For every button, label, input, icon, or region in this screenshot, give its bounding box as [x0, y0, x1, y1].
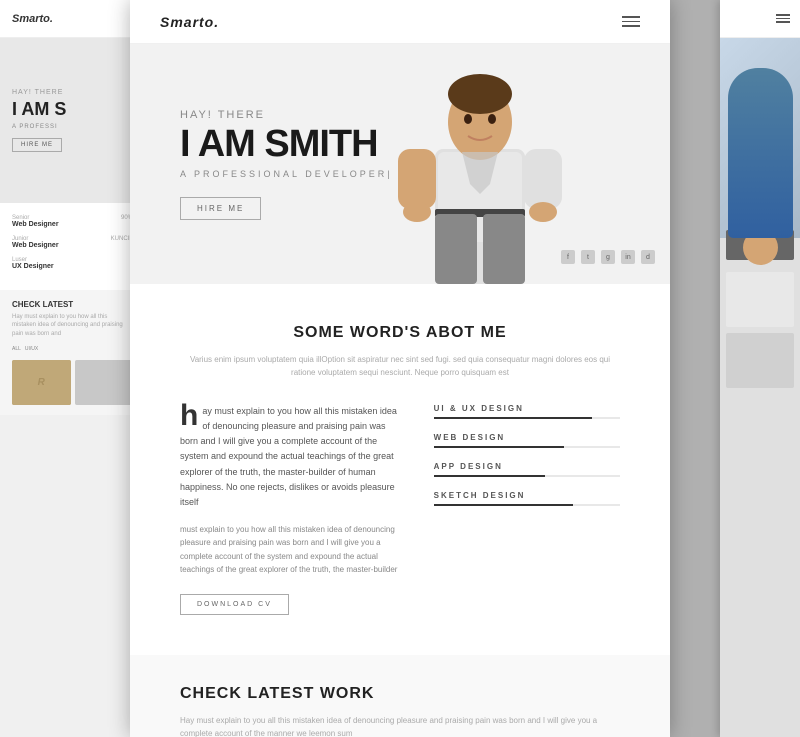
left-work-desc: Hay must explain to you how all this mis… [12, 313, 133, 338]
skill-bar-bg [434, 475, 620, 477]
hire-me-button[interactable]: HIRE ME [180, 197, 261, 220]
left-resume-section: Senior 90% Web Designer Junior KUNCIF We… [0, 203, 145, 290]
main-navigation: Smarto. [130, 0, 670, 44]
left-name: I AM S [12, 100, 66, 120]
about-right-col: UI & UX DESIGN WEB DESIGN APP DESIGN [434, 404, 620, 615]
right-nav [720, 0, 800, 38]
hamburger-line-3 [622, 25, 640, 27]
left-nav: Smarto. [0, 0, 145, 38]
list-item: Luser UX Designer [12, 257, 133, 270]
list-item: Senior 90% Web Designer [12, 215, 133, 228]
skill-app: APP DESIGN [434, 462, 620, 477]
hero-hay-text: HAY! THERE [180, 109, 620, 121]
about-section: SOME WORD'S ABOT ME Varius enim ipsum vo… [130, 284, 670, 655]
about-content-area: hay must explain to you how all this mis… [180, 404, 620, 615]
left-hay: HAY! THERE [12, 89, 63, 96]
left-work-filters: ALL UI/UX [12, 346, 133, 352]
skill-ui-ux: UI & UX DESIGN [434, 404, 620, 419]
right-content [720, 266, 800, 394]
about-left-col: hay must explain to you how all this mis… [180, 404, 404, 615]
list-item: Junior KUNCIF Web Designer [12, 236, 133, 249]
about-section-subtitle: Varius enim ipsum voluptatem quia illOpt… [180, 354, 620, 380]
linkedin-icon[interactable]: in [621, 250, 635, 264]
left-partial-page: Smarto. HAY! THERE I AM S A PROFESSI HIR… [0, 0, 145, 737]
skill-label: APP DESIGN [434, 462, 620, 471]
left-work-title: CHECK LATEST [12, 300, 133, 309]
right-person-figure [728, 68, 793, 238]
right-partial-page [720, 0, 800, 737]
skill-bar-bg [434, 504, 620, 506]
bag-thumb: R [12, 360, 71, 405]
right-hero-image [720, 38, 800, 238]
portfolio-section: CHECK LATEST WORK Hay must explain to yo… [130, 655, 670, 737]
left-hire-btn[interactable]: HIRE ME [12, 138, 62, 152]
left-brand: Smarto. [12, 13, 53, 25]
dribbble-icon[interactable]: d [641, 250, 655, 264]
right-hamburger-icon[interactable] [776, 14, 790, 23]
left-work-section: CHECK LATEST Hay must explain to you how… [0, 290, 145, 415]
portfolio-section-desc: Hay must explain to you all this mistake… [180, 715, 620, 737]
facebook-icon[interactable]: f [561, 250, 575, 264]
skill-bar-fill [434, 417, 592, 419]
hero-section: HAY! THERE I AM SMITH A PROFESSIONAL DEV… [130, 44, 670, 284]
filter-ui[interactable]: UI/UX [25, 346, 38, 352]
hamburger-line-2 [622, 21, 640, 23]
nav-hamburger-icon[interactable] [622, 16, 640, 27]
left-work-grid: R [12, 360, 133, 405]
skill-label: UI & UX DESIGN [434, 404, 620, 413]
skill-bar-bg [434, 446, 620, 448]
hero-name-prefix: I AM [180, 123, 264, 165]
skill-sketch: SKETCH DESIGN [434, 491, 620, 506]
resume-title: Web Designer [12, 221, 133, 228]
right-thumb-1 [726, 272, 794, 327]
left-thumb-1: R [12, 360, 71, 405]
right-thumb-2 [726, 333, 794, 388]
hamburger-line-1 [622, 16, 640, 18]
portfolio-section-title: CHECK LATEST WORK [180, 685, 620, 703]
hero-content: HAY! THERE I AM SMITH A PROFESSIONAL DEV… [130, 109, 670, 220]
hamburger-line [776, 18, 790, 20]
skill-label: WEB DESIGN [434, 433, 620, 442]
nav-brand: Smarto. [160, 14, 219, 30]
bag-label: R [38, 377, 45, 388]
resume-title: UX Designer [12, 263, 133, 270]
left-hero: HAY! THERE I AM S A PROFESSI HIRE ME [0, 38, 145, 203]
skill-bar-bg [434, 417, 620, 419]
hero-name-main: SMITH [264, 123, 377, 165]
filter-all[interactable]: ALL [12, 346, 21, 352]
skill-bar-fill [434, 475, 546, 477]
skill-bar-fill [434, 446, 564, 448]
download-cv-button[interactable]: DOWNLOAD CV [180, 594, 289, 615]
skill-bar-fill [434, 504, 574, 506]
left-profession: A PROFESSI [12, 124, 58, 130]
main-page: Smarto. HAY! THERE I AM SMITH A PROFESSI… [130, 0, 670, 737]
hamburger-line [776, 14, 790, 16]
about-dropcap-text: hay must explain to you how all this mis… [180, 404, 404, 511]
googleplus-icon[interactable]: g [601, 250, 615, 264]
bag-shape: R [12, 360, 71, 405]
left-thumb-2 [75, 360, 134, 405]
about-body-text: must explain to you how all this mistake… [180, 523, 404, 577]
hero-name: I AM SMITH [180, 125, 620, 163]
hero-profession-text: A PROFESSIONAL DEVELOPER| [180, 169, 620, 179]
social-icons-group: f t g in d [561, 250, 655, 264]
resume-title: Web Designer [12, 242, 133, 249]
twitter-icon[interactable]: t [581, 250, 595, 264]
skill-label: SKETCH DESIGN [434, 491, 620, 500]
hamburger-line [776, 21, 790, 23]
skill-web: WEB DESIGN [434, 433, 620, 448]
about-section-title: SOME WORD'S ABOT ME [180, 324, 620, 342]
